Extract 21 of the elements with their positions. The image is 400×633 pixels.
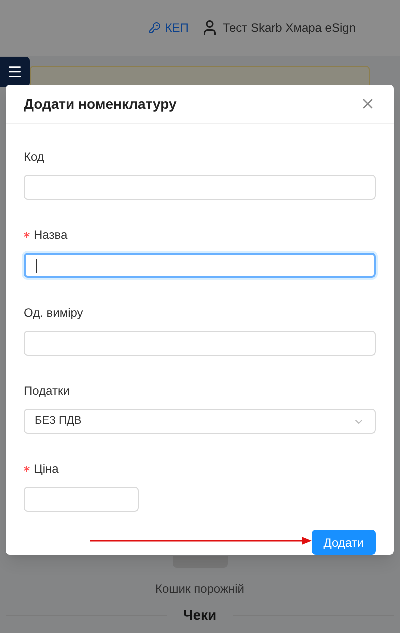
input-field[interactable]	[24, 487, 139, 512]
key-link[interactable]: КЕП	[149, 19, 189, 37]
section-title: Чеки	[183, 606, 217, 624]
user-name: Тест Skarb Хмара eSign	[222, 20, 356, 37]
field-label: Податки	[24, 383, 70, 400]
submit-button[interactable]: Додати	[312, 530, 376, 555]
input-field[interactable]	[24, 331, 376, 356]
input-field[interactable]	[24, 175, 376, 200]
menu-icon	[7, 64, 23, 80]
key-icon	[149, 22, 162, 34]
field-label: Ціна	[34, 461, 59, 478]
text-cursor	[36, 258, 37, 272]
cart-status: Кошик порожній	[156, 581, 244, 598]
field-label: Од. виміру	[24, 305, 84, 322]
dialog-title: Додати номенклатуру	[24, 94, 177, 114]
empty-cart-image	[172, 556, 228, 568]
field-label: Назва	[34, 227, 68, 244]
menu-button[interactable]	[0, 57, 30, 87]
tax-select[interactable]: БЕЗ ПДВ	[24, 409, 376, 434]
field-label: Код	[24, 149, 44, 166]
input-field[interactable]	[24, 253, 376, 278]
